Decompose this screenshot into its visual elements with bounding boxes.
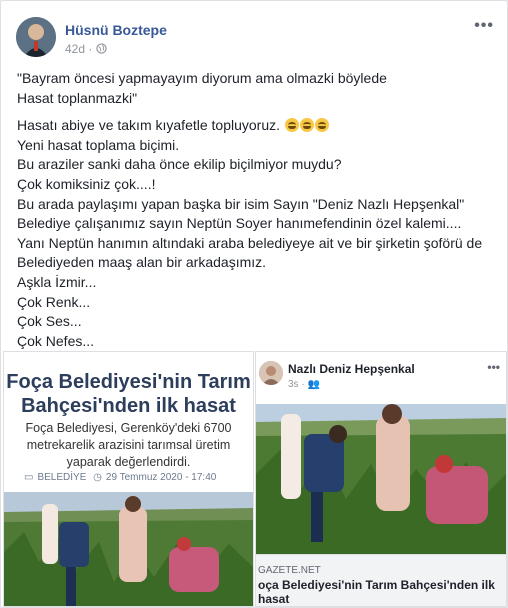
- post-line: Çok komiksiniz çok....!: [17, 175, 156, 192]
- laughing-emoji-icon: [284, 118, 299, 133]
- author-name[interactable]: Hüsnü Boztepe: [65, 22, 167, 38]
- post-line: Hasatı abiye ve takım kıyafetle topluyor…: [17, 116, 497, 136]
- link-preview[interactable]: GAZETE.NET oça Belediyesi'nin Tarım Bahç…: [256, 554, 506, 606]
- post-line: Çok Renk...: [17, 293, 91, 310]
- laughing-emoji-icon: [314, 118, 329, 133]
- news-date: 29 Temmuz 2020 - 17:40: [105, 472, 217, 483]
- more-options-icon[interactable]: •••: [474, 17, 494, 35]
- laughing-emoji-icon: [299, 118, 314, 133]
- news-tags: ▭ BELEDİYE ◷ 29 Temmuz 2020 - 17:40: [24, 472, 220, 483]
- post-line: Belediyeden maaş alan bir arkadaşımız.: [17, 254, 267, 271]
- shared-more-icon: •••: [487, 360, 500, 374]
- link-domain: GAZETE.NET: [258, 565, 321, 576]
- link-headline: oça Belediyesi'nin Tarım Bahçesi'nden il…: [258, 578, 495, 606]
- separator-dot: ·: [88, 42, 96, 56]
- post-time[interactable]: 42d: [65, 42, 85, 56]
- post-line: Bu arada paylaşımı yapan başka bir isim …: [17, 195, 465, 212]
- news-title: Foça Belediyesi'nin Tarım Bahçesi'nden i…: [6, 371, 251, 417]
- shared-post-screenshot[interactable]: Nazlı Deniz Hepşenkal 3s · 👥 ••• GAZETE.…: [255, 351, 507, 607]
- post-text: "Bayram öncesi yapmayayım diyorum ama ol…: [17, 69, 497, 351]
- post-line: Yanı Neptün hanımın altındaki araba bele…: [17, 234, 483, 251]
- harvest-photo-large: [256, 404, 506, 554]
- post-meta: 42d ·: [65, 42, 107, 56]
- post-line: Çok Ses...: [17, 313, 82, 330]
- post-line: "Bayram öncesi yapmayayım diyorum ama ol…: [17, 70, 387, 86]
- clock-icon: ◷: [93, 472, 102, 483]
- news-category: BELEDİYE: [37, 472, 87, 483]
- news-screenshot-image[interactable]: Foça Belediyesi'nin Tarım Bahçesi'nden i…: [3, 351, 254, 607]
- post-line: Belediye çalışanımız sayın Neptün Soyer …: [17, 215, 462, 232]
- post-line: Çok Nefes...: [17, 332, 95, 349]
- globe-icon: [96, 42, 107, 56]
- friends-icon: 👥: [307, 379, 320, 390]
- shared-post-meta: 3s · 👥: [288, 379, 320, 390]
- news-subtitle: Foça Belediyesi, Gerenköy'deki 6700 metr…: [25, 421, 232, 469]
- post-card: Hüsnü Boztepe 42d · ••• "Bayram öncesi y…: [0, 0, 508, 608]
- harvest-photo: [4, 492, 253, 606]
- author-avatar[interactable]: [16, 17, 56, 57]
- post-line: Aşkla İzmir...: [17, 273, 97, 290]
- shared-author-name: Nazlı Deniz Hepşenkal: [288, 362, 415, 376]
- shared-author-avatar: [259, 361, 283, 385]
- post-line: Hasat toplanmazki": [17, 89, 138, 106]
- post-line: Bu araziler sanki daha önce ekilip biçil…: [17, 156, 342, 173]
- folder-icon: ▭: [24, 472, 34, 483]
- post-line: Yeni hasat toplama biçimi.: [17, 136, 180, 153]
- shared-post-time: 3s: [288, 379, 299, 390]
